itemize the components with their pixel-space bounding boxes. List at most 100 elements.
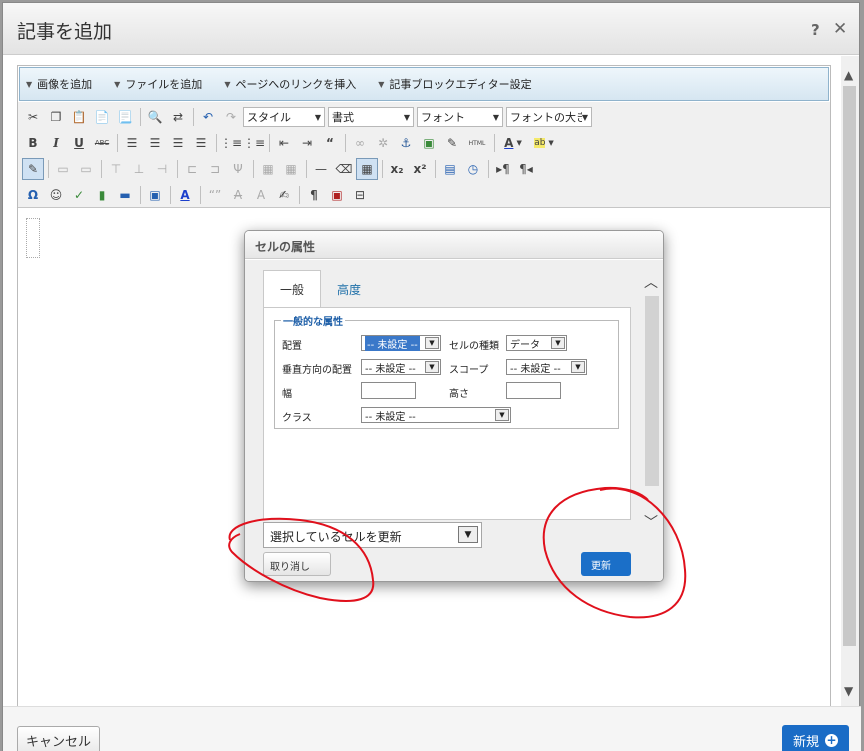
redo-icon[interactable]: ↷: [220, 106, 242, 128]
valign-select[interactable]: -- 未設定 -- ▼: [361, 359, 441, 375]
chevron-down-icon[interactable]: ﹀: [644, 512, 658, 532]
cell-properties-dialog: セルの属性 一般 高度 一般的な属性 配置 -- 未設定 -- ▼ セルの種類 デ…: [244, 230, 664, 582]
outdent-icon[interactable]: ⇤: [273, 132, 295, 154]
bullet-list-icon[interactable]: ⋮≡: [220, 132, 242, 154]
fullscreen-icon[interactable]: ▣: [144, 184, 166, 206]
scroll-up-icon[interactable]: ▲: [844, 68, 853, 82]
window-scrollbar[interactable]: ▲ ▼: [841, 56, 859, 706]
ltr-icon[interactable]: ▸¶: [492, 158, 514, 180]
undo-icon[interactable]: ↶: [197, 106, 219, 128]
pagebreak-icon[interactable]: ▬: [114, 184, 136, 206]
strikethrough-icon[interactable]: ABC: [91, 132, 113, 154]
align-justify-icon[interactable]: ☰: [190, 132, 212, 154]
link-icon[interactable]: ∞: [349, 132, 371, 154]
delete-col-icon[interactable]: Ψ: [227, 158, 249, 180]
horizontal-rule-icon[interactable]: —: [310, 158, 332, 180]
dialog-scrollbar[interactable]: ︿ ﹀: [643, 268, 659, 538]
block-editor-settings-button[interactable]: ▼ 記事ブロックエディター設定: [378, 76, 531, 92]
format-select[interactable]: 書式 ▼: [328, 107, 414, 127]
highlight-color-icon[interactable]: ab ▼: [529, 132, 559, 154]
indent-icon[interactable]: ⇥: [296, 132, 318, 154]
tab-advanced[interactable]: 高度: [321, 270, 377, 308]
align-select[interactable]: -- 未設定 -- ▼: [361, 335, 441, 351]
cut-icon[interactable]: ✂: [22, 106, 44, 128]
style-props-icon[interactable]: A: [174, 184, 196, 206]
dialog-scroll-thumb[interactable]: [645, 296, 659, 486]
scroll-thumb[interactable]: [843, 86, 856, 646]
scope-select[interactable]: -- 未設定 -- ▼: [506, 359, 587, 375]
paste-icon[interactable]: 📋: [68, 106, 90, 128]
text-color-icon[interactable]: A ▼: [498, 132, 528, 154]
class-select[interactable]: -- 未設定 -- ▼: [361, 407, 511, 423]
close-icon[interactable]: ✕: [833, 19, 847, 39]
attributes-icon[interactable]: ✍: [273, 184, 295, 206]
cell-type-select[interactable]: データ ▼: [506, 335, 567, 351]
anchor-icon[interactable]: ⚓: [395, 132, 417, 154]
dialog-update-button[interactable]: 更新: [581, 552, 631, 576]
insert-row-before-icon[interactable]: ⊤: [105, 158, 127, 180]
cleanup-icon[interactable]: ✎: [441, 132, 463, 154]
update-target-select[interactable]: 選択しているセルを更新 ▼: [263, 522, 482, 548]
html-source-icon[interactable]: HTML: [464, 132, 490, 154]
nonbreaking-icon[interactable]: ▣: [326, 184, 348, 206]
width-input[interactable]: [361, 382, 416, 399]
help-icon[interactable]: ?: [811, 21, 820, 39]
merge-cells-icon[interactable]: ▦: [280, 158, 302, 180]
dialog-cancel-button[interactable]: 取り消し: [263, 552, 331, 576]
align-right-icon[interactable]: ☰: [167, 132, 189, 154]
insertion-icon[interactable]: A: [250, 184, 272, 206]
tab-general[interactable]: 一般: [263, 270, 322, 308]
row-props-icon[interactable]: ▭: [52, 158, 74, 180]
find-icon[interactable]: 🔍: [144, 106, 166, 128]
copy-icon[interactable]: ❐: [45, 106, 67, 128]
show-blocks-icon[interactable]: ¶: [303, 184, 325, 206]
align-center-icon[interactable]: ☰: [144, 132, 166, 154]
spellcheck-icon[interactable]: ✓: [68, 184, 90, 206]
dropdown-arrow-icon: ▼: [425, 337, 439, 349]
cite-icon[interactable]: “”: [204, 184, 226, 206]
numbered-list-icon[interactable]: ⋮≡: [243, 132, 265, 154]
align-left-icon[interactable]: ☰: [121, 132, 143, 154]
split-cells-icon[interactable]: ▦: [257, 158, 279, 180]
chevron-up-icon[interactable]: ︿: [644, 272, 658, 292]
bold-icon[interactable]: B: [22, 132, 44, 154]
insert-row-after-icon[interactable]: ⊥: [128, 158, 150, 180]
cell-props-icon[interactable]: ▭: [75, 158, 97, 180]
rtl-icon[interactable]: ¶◂: [515, 158, 537, 180]
font-select[interactable]: フォント ▼: [417, 107, 503, 127]
italic-icon[interactable]: I: [45, 132, 67, 154]
deletion-icon[interactable]: A: [227, 184, 249, 206]
add-file-button[interactable]: ▼ ファイルを追加: [114, 76, 202, 92]
insert-page-link-button[interactable]: ▼ ページへのリンクを挿入: [224, 76, 356, 92]
add-image-button[interactable]: ▼ 画像を追加: [26, 76, 92, 92]
insert-date-icon[interactable]: ▤: [439, 158, 461, 180]
insert-col-after-icon[interactable]: ⊐: [204, 158, 226, 180]
paste-word-icon[interactable]: 📃: [114, 106, 136, 128]
new-button[interactable]: 新規 +: [782, 725, 849, 751]
unlink-icon[interactable]: ✲: [372, 132, 394, 154]
style-select[interactable]: スタイル ▼: [243, 107, 325, 127]
media-icon[interactable]: ▮: [91, 184, 113, 206]
page-break-insert-icon[interactable]: ⊟: [349, 184, 371, 206]
insert-col-before-icon[interactable]: ⊏: [181, 158, 203, 180]
image-icon[interactable]: ▣: [418, 132, 440, 154]
scroll-down-icon[interactable]: ▼: [844, 684, 853, 698]
valign-label: 垂直方向の配置: [282, 365, 352, 376]
blockquote-icon[interactable]: “: [319, 132, 341, 154]
delete-row-icon[interactable]: ⊣: [151, 158, 173, 180]
table-placeholder[interactable]: [26, 218, 40, 258]
special-char-icon[interactable]: Ω: [22, 184, 44, 206]
table-icon[interactable]: ▦: [356, 158, 378, 180]
table-edit-icon[interactable]: ✎: [22, 158, 44, 180]
paste-text-icon[interactable]: 📄: [91, 106, 113, 128]
subscript-icon[interactable]: x₂: [386, 158, 408, 180]
underline-icon[interactable]: U: [68, 132, 90, 154]
eraser-icon[interactable]: ⌫: [333, 158, 355, 180]
insert-time-icon[interactable]: ◷: [462, 158, 484, 180]
height-input[interactable]: [506, 382, 561, 399]
cancel-button[interactable]: キャンセル: [17, 726, 100, 751]
superscript-icon[interactable]: x²: [409, 158, 431, 180]
emoticon-icon[interactable]: ☺: [45, 184, 67, 206]
replace-icon[interactable]: ⇄: [167, 106, 189, 128]
font-size-select[interactable]: フォントの大きさ▼: [506, 107, 592, 127]
